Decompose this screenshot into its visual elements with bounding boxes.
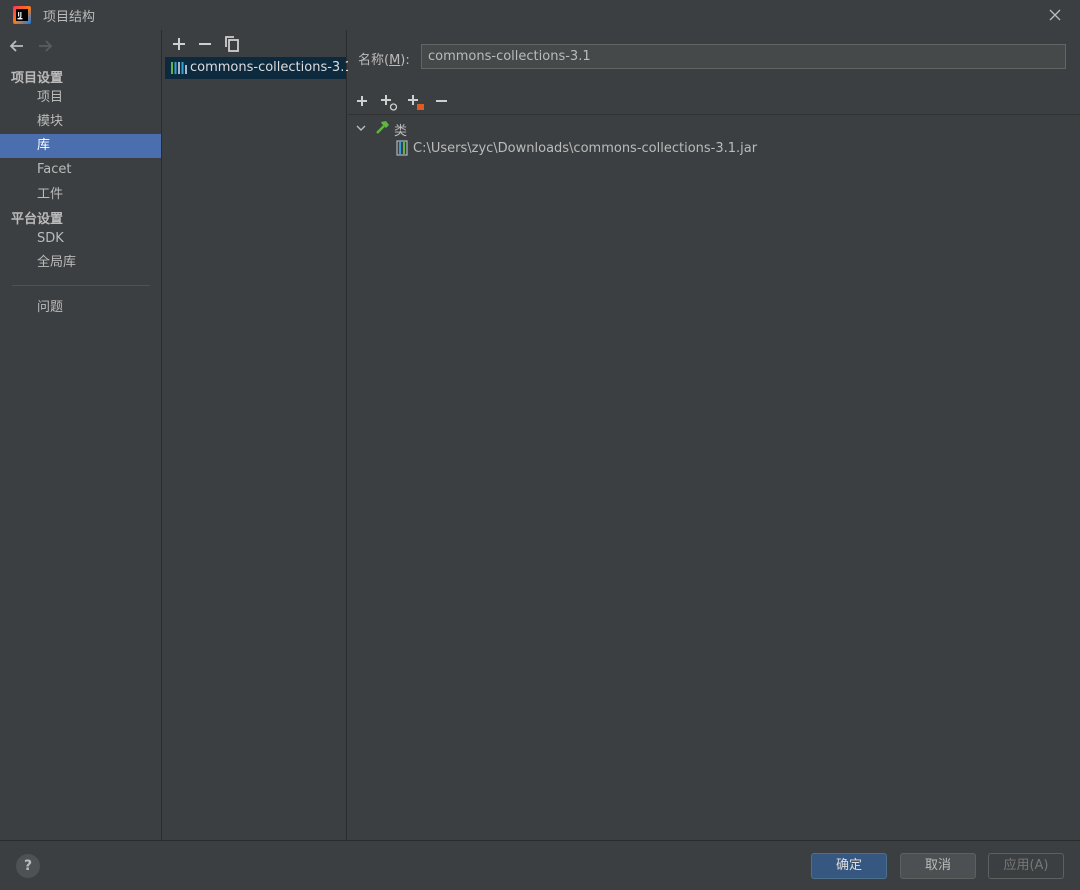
remove-icon[interactable]: [433, 92, 453, 112]
nav-item-modules[interactable]: 模块: [0, 110, 161, 134]
name-label-prefix: 名称(: [358, 53, 390, 68]
arrow-left-icon[interactable]: [8, 38, 26, 54]
nav-item-libraries[interactable]: 库: [0, 134, 161, 158]
apply-button[interactable]: 应用(A): [988, 853, 1064, 879]
library-detail-panel: 名称(M): commons-collections-3.1 类 C:\User…: [348, 30, 1080, 840]
platform-settings-header: 平台设置: [11, 212, 64, 227]
add-icon[interactable]: [354, 92, 374, 112]
nav-item-global-libraries[interactable]: 全局库: [0, 251, 161, 275]
help-button[interactable]: ?: [16, 854, 40, 878]
library-name: commons-collections-3.1: [190, 60, 353, 75]
library-list-item[interactable]: commons-collections-3.1: [165, 57, 353, 79]
cancel-button[interactable]: 取消: [900, 853, 976, 879]
jar-path: C:\Users\zyc\Downloads\commons-collectio…: [413, 141, 758, 156]
window-title: 项目结构: [43, 10, 96, 25]
name-label: 名称(M):: [358, 49, 410, 68]
nav-divider: [12, 285, 150, 286]
nav-item-artifacts[interactable]: 工件: [0, 183, 161, 207]
add-icon[interactable]: [169, 34, 189, 54]
classes-hammer-icon: [374, 119, 390, 135]
library-name-field[interactable]: [421, 44, 1066, 69]
name-label-mnemonic: M: [389, 53, 401, 68]
library-roots-tree: 类 C:\Users\zyc\Downloads\commons-collect…: [348, 114, 1080, 840]
nav-item-facets[interactable]: Facet: [0, 158, 161, 182]
tree-node-classes[interactable]: 类: [348, 117, 548, 139]
add-jar-icon[interactable]: [406, 92, 426, 112]
intellij-idea-icon: IJ: [12, 5, 32, 25]
chevron-down-icon[interactable]: [355, 122, 367, 134]
nav-item-problems[interactable]: 问题: [0, 296, 161, 320]
tree-node-label: 类: [394, 124, 408, 139]
arrow-right-icon[interactable]: [36, 38, 54, 54]
library-list-panel: commons-collections-3.1: [163, 30, 353, 840]
ok-button[interactable]: 确定: [811, 853, 887, 879]
nav-item-sdks[interactable]: SDK: [0, 227, 161, 251]
svg-text:IJ: IJ: [18, 12, 22, 19]
tree-node-jar[interactable]: C:\Users\zyc\Downloads\commons-collectio…: [348, 138, 768, 158]
dialog-footer: ? 确定 取消 应用(A): [0, 840, 1080, 890]
settings-nav: 项目设置 项目 模块 库 Facet 工件 平台设置 SDK 全局库 问题: [0, 30, 162, 840]
remove-icon[interactable]: [195, 34, 215, 54]
nav-item-project[interactable]: 项目: [0, 86, 161, 110]
name-label-suffix: ):: [400, 53, 410, 68]
close-icon[interactable]: [1044, 4, 1066, 26]
jar-icon: [396, 140, 408, 156]
add-attached-icon[interactable]: [379, 92, 399, 112]
project-settings-header: 项目设置: [11, 71, 64, 86]
library-icon: [171, 61, 187, 75]
title-bar: IJ 项目结构: [0, 0, 1080, 30]
copy-icon[interactable]: [222, 34, 242, 54]
